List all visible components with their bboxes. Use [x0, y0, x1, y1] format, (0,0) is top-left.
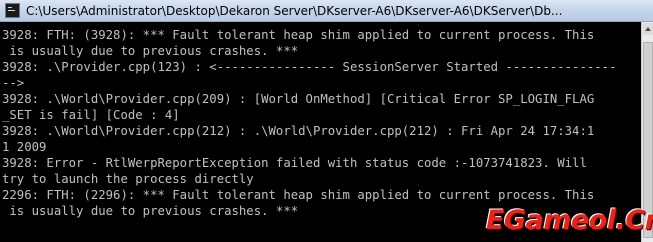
- console-line: 3928: FTH: (3928): *** Fault tolerant he…: [2, 28, 595, 42]
- title-bar[interactable]: C:\Users\Administrator\Desktop\Dekaron S…: [0, 0, 653, 22]
- console-line: 3928: Error - RtlWerpReportException fai…: [2, 156, 587, 170]
- console-line: 3928: .\World\Provider.cpp(209) : [World…: [2, 92, 595, 106]
- console-text: 3928: FTH: (3928): *** Fault tolerant he…: [0, 22, 641, 219]
- console-line: _SET is fail] [Code : 4]: [2, 108, 180, 122]
- console-line: -->: [2, 76, 25, 90]
- console-line: 3928: .\Provider.cpp(123) : <-----------…: [2, 60, 617, 74]
- console-window-icon[interactable]: [5, 3, 20, 18]
- watermark-logo: EGameol.Cn: [486, 205, 653, 236]
- console-line: 1 2009: [2, 140, 47, 154]
- console-window: C:\Users\Administrator\Desktop\Dekaron S…: [0, 0, 653, 242]
- window-title: C:\Users\Administrator\Desktop\Dekaron S…: [26, 4, 563, 18]
- console-line: 2296: FTH: (2296): *** Fault tolerant he…: [2, 188, 595, 202]
- console-line: is usually due to previous crashes. ***: [2, 44, 299, 58]
- console-line: 3928: .\World\Provider.cpp(212) : .\Worl…: [2, 124, 595, 138]
- console-line: try to launch the process directly: [2, 172, 254, 186]
- scroll-up-arrow-icon[interactable]: [643, 23, 653, 35]
